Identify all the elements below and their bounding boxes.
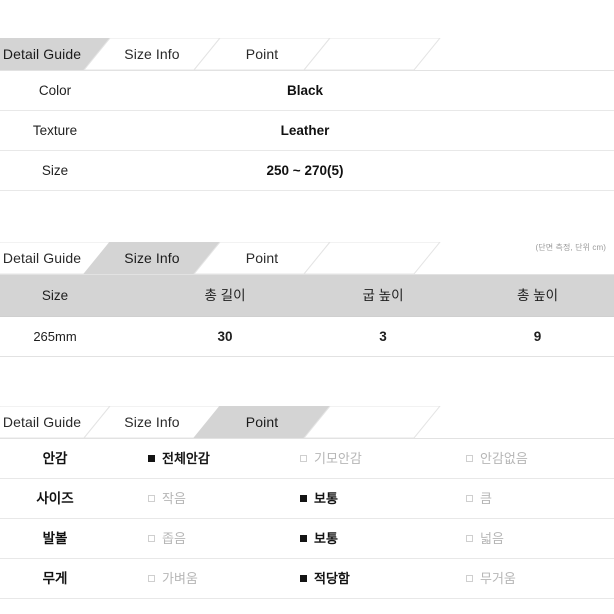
option-selected[interactable]: 보통 [300, 479, 338, 519]
tab-label: Point [245, 414, 279, 430]
cell-size: 265mm [33, 329, 77, 344]
table-row: 발볼 좁음 보통 넓음 [0, 519, 614, 559]
tab-point[interactable]: Point [207, 242, 317, 274]
size-info-table: Size 총 길이 굽 높이 총 높이 265mm 30 3 9 [0, 275, 614, 357]
checkbox-unchecked-icon[interactable] [148, 535, 155, 542]
row-label: 무게 [42, 571, 68, 586]
checkbox-unchecked-icon[interactable] [466, 455, 473, 462]
tab-point[interactable]: Point [207, 406, 317, 438]
option-unselected[interactable]: 작음 [148, 479, 186, 519]
checkbox-unchecked-icon[interactable] [148, 495, 155, 502]
tab-label: Size Info [124, 46, 180, 62]
tab-detail-guide[interactable]: Detail Guide [0, 38, 97, 70]
tab-label: Detail Guide [2, 46, 82, 62]
option-unselected[interactable]: 안감없음 [466, 439, 528, 479]
cell-total-length: 30 [217, 329, 233, 344]
table-header-row: Size 총 길이 굽 높이 총 높이 [0, 275, 614, 317]
tab-size-info[interactable]: Size Info [97, 38, 207, 70]
column-header-total-height: 총 높이 [516, 288, 558, 303]
option-unselected[interactable]: 큼 [466, 479, 492, 519]
table-row: 무게 가벼움 적당함 무거움 [0, 559, 614, 599]
table-row: 안감 전체안감 기모안감 안감없음 [0, 439, 614, 479]
table-row: 사이즈 작음 보통 큼 [0, 479, 614, 519]
option-unselected[interactable]: 기모안감 [300, 439, 362, 479]
option-unselected[interactable]: 좁음 [148, 519, 186, 559]
option-unselected[interactable]: 무거움 [466, 559, 516, 599]
product-detail-page: Detail Guide Size Info Point Color Black T… [0, 0, 614, 614]
option-selected[interactable]: 보통 [300, 519, 338, 559]
checkbox-unchecked-icon[interactable] [466, 495, 473, 502]
option-label: 작음 [162, 491, 186, 506]
tab-label: Detail Guide [2, 414, 82, 430]
point-table: 안감 전체안감 기모안감 안감없음 사이즈 작음 보통 큼 발볼 좁음 보통 넓음 무게 가벼움 적당함 무거… [0, 439, 614, 599]
tab-detail-guide[interactable]: Detail Guide [0, 406, 97, 438]
cell-total-height: 9 [533, 329, 542, 344]
row-label: 사이즈 [36, 491, 74, 506]
row-label: Texture [32, 123, 78, 138]
tab-size-info[interactable]: Size Info [97, 406, 207, 438]
size-info-section: (단면 측정, 단위 cm) Detail Guide Size Info Poin… [0, 242, 614, 357]
cell-heel-height: 3 [379, 329, 387, 344]
row-label: 안감 [42, 451, 68, 466]
option-label: 전체안감 [162, 451, 210, 466]
option-label: 좁음 [162, 531, 186, 546]
tab-point[interactable]: Point [207, 38, 317, 70]
option-unselected[interactable]: 가벼움 [148, 559, 198, 599]
row-label: 발볼 [42, 531, 68, 546]
option-label: 보통 [314, 491, 338, 506]
row-value: 250 ~ 270(5) [266, 163, 344, 178]
option-label: 보통 [314, 531, 338, 546]
point-section: Detail Guide Size Info Point 안감 전체안감 기모안감 안감없… [0, 406, 614, 599]
tab-label: Size Info [124, 250, 180, 266]
column-header-size: Size [41, 288, 69, 303]
column-header-heel-height: 굽 높이 [362, 288, 404, 303]
checkbox-unchecked-icon[interactable] [466, 575, 473, 582]
tabbar-point[interactable]: Detail Guide Size Info Point [0, 406, 614, 439]
row-value: Leather [280, 123, 330, 138]
table-row: Size 250 ~ 270(5) [0, 151, 614, 191]
option-label: 적당함 [314, 571, 350, 586]
option-selected[interactable]: 적당함 [300, 559, 350, 599]
table-row: 265mm 30 3 9 [0, 317, 614, 357]
tab-size-info[interactable]: Size Info [97, 242, 207, 274]
checkbox-checked-icon[interactable] [300, 575, 307, 582]
option-label: 큼 [480, 491, 492, 506]
row-value: Black [286, 83, 324, 98]
option-label: 안감없음 [480, 451, 528, 466]
checkbox-checked-icon[interactable] [300, 535, 307, 542]
tab-label: Point [245, 46, 279, 62]
option-label: 기모안감 [314, 451, 362, 466]
tabbar-size-info[interactable]: (단면 측정, 단위 cm) Detail Guide Size Info Poin… [0, 242, 614, 275]
tabbar-detail-guide[interactable]: Detail Guide Size Info Point [0, 38, 614, 71]
checkbox-unchecked-icon[interactable] [148, 575, 155, 582]
option-label: 무거움 [480, 571, 516, 586]
table-row: Color Black [0, 71, 614, 111]
tab-label: Size Info [124, 414, 180, 430]
detail-guide-section: Detail Guide Size Info Point Color Black T… [0, 38, 614, 191]
checkbox-checked-icon[interactable] [148, 455, 155, 462]
checkbox-unchecked-icon[interactable] [300, 455, 307, 462]
column-header-total-length: 총 길이 [204, 288, 246, 303]
tab-label: Point [245, 250, 279, 266]
tab-detail-guide[interactable]: Detail Guide [0, 242, 97, 274]
unit-note: (단면 측정, 단위 cm) [535, 243, 606, 252]
row-label: Size [41, 163, 69, 178]
checkbox-checked-icon[interactable] [300, 495, 307, 502]
table-row: Texture Leather [0, 111, 614, 151]
detail-guide-table: Color Black Texture Leather Size 250 ~ 2… [0, 71, 614, 191]
option-label: 넓음 [480, 531, 504, 546]
option-unselected[interactable]: 넓음 [466, 519, 504, 559]
checkbox-unchecked-icon[interactable] [466, 535, 473, 542]
option-label: 가벼움 [162, 571, 198, 586]
row-label: Color [38, 83, 72, 98]
tab-label: Detail Guide [2, 250, 82, 266]
option-selected[interactable]: 전체안감 [148, 439, 210, 479]
